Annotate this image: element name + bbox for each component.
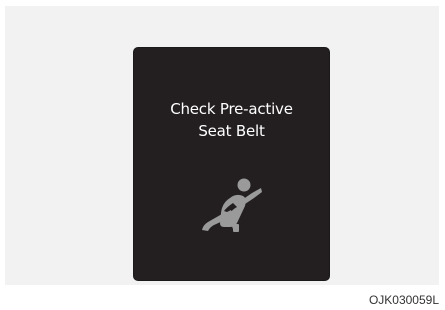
- cluster-display: Check Pre-active Seat Belt: [134, 48, 329, 280]
- figure-code: OJK030059L: [368, 293, 439, 307]
- warning-message-line-2: Seat Belt: [198, 122, 265, 140]
- figure-panel: Check Pre-active Seat Belt: [5, 6, 439, 285]
- seatbelt-warning-icon: [202, 178, 262, 232]
- warning-message-line-1: Check Pre-active: [170, 100, 293, 118]
- warning-message: Check Pre-active Seat Belt: [134, 98, 329, 142]
